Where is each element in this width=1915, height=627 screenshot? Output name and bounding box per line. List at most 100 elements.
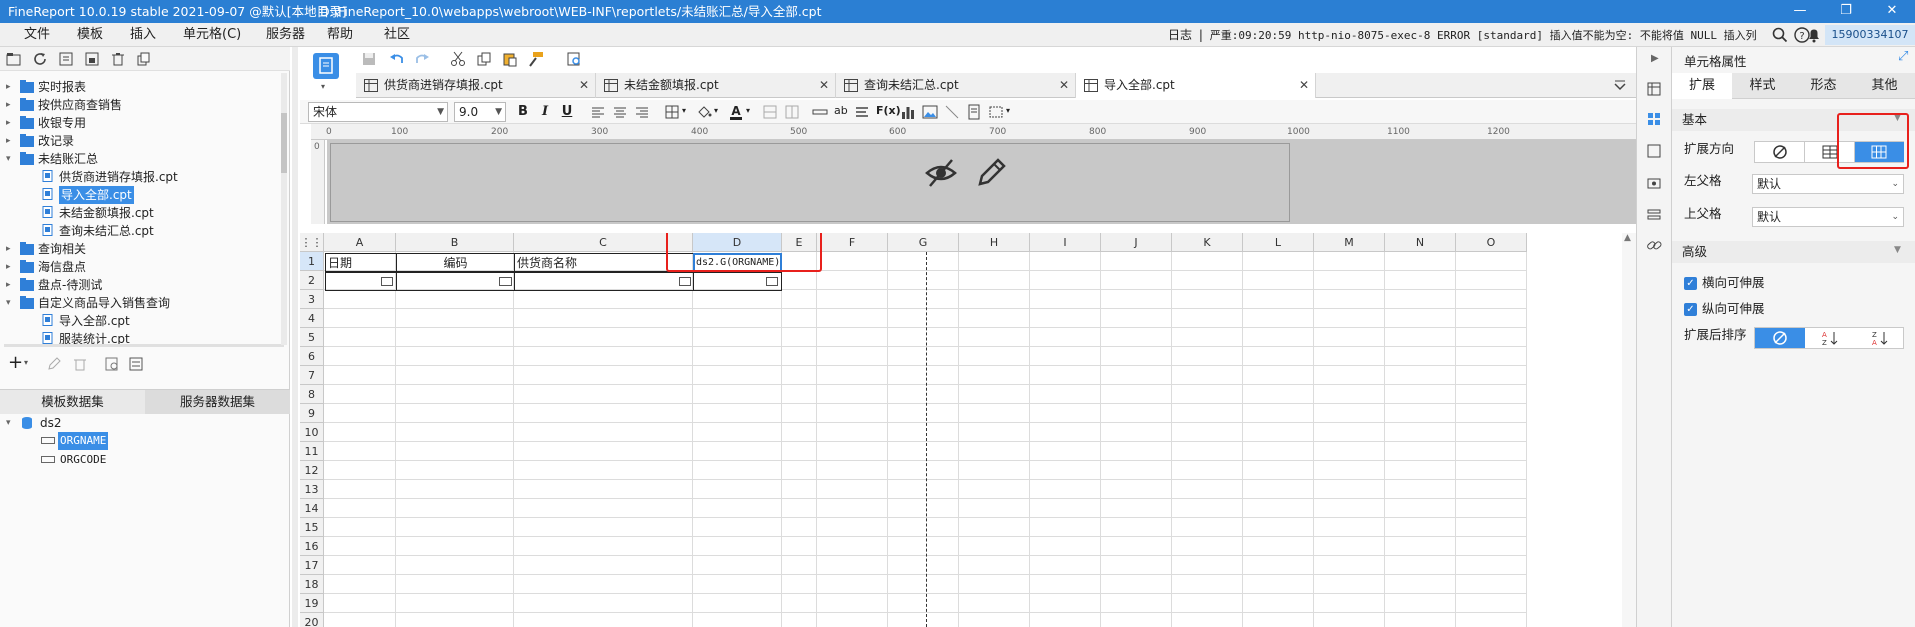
cell-C2[interactable] [514, 272, 694, 291]
collapsed-arrow-icon[interactable]: ▸ [6, 114, 16, 132]
edit-pencil-icon[interactable] [974, 156, 1008, 190]
field-orgname[interactable]: ORGNAME [58, 432, 109, 450]
bold-button[interactable]: B [516, 104, 530, 120]
hyperlink-list-icon[interactable] [1646, 207, 1662, 223]
grid-corner[interactable]: ⋮⋮ [300, 233, 324, 252]
tree-folder[interactable]: ▸ 实时报表 [0, 78, 280, 96]
column-header[interactable]: L [1243, 233, 1314, 252]
horizontal-expand-checkbox[interactable]: ✓ [1684, 277, 1697, 290]
column-header[interactable]: G [888, 233, 959, 252]
tree-folder[interactable]: ▸ 查询相关 [0, 240, 280, 258]
undo-icon[interactable] [389, 51, 405, 67]
add-dropdown-icon[interactable]: ▾ [24, 358, 28, 367]
refresh-icon[interactable] [32, 51, 48, 67]
row-header[interactable]: 13 [300, 480, 324, 499]
tree-vscroll[interactable] [281, 73, 287, 345]
tree-folder[interactable]: ▸ 收银专用 [0, 114, 280, 132]
widget-settings-icon[interactable] [1646, 143, 1662, 159]
spreadsheet-grid[interactable]: ⋮⋮ ABCDEFGHIJKLMNO 1 2 3 4 5 6 7 8 9 10 11 12 13 14 15… [300, 233, 1636, 627]
row-header[interactable]: 3 [300, 290, 324, 309]
tree-folder[interactable]: ▾ 自定义商品导入销售查询 [0, 294, 280, 312]
tab-style[interactable]: 样式 [1732, 73, 1793, 99]
tree-file[interactable]: 导入全部.cpt [0, 312, 280, 330]
tab-import-all[interactable]: 导入全部.cpt ✕ [1076, 73, 1316, 98]
menu-cell[interactable]: 单元格(C) [183, 26, 241, 44]
collapsed-arrow-icon[interactable]: ▸ [6, 132, 16, 150]
row-header[interactable]: 18 [300, 575, 324, 594]
align-right-icon[interactable] [634, 104, 650, 120]
font-size-select[interactable]: 9.0 ▼ [454, 102, 506, 122]
tree-folder[interactable]: ▸ 海信盘点 [0, 258, 280, 276]
design-mode-button[interactable] [313, 53, 339, 79]
tree-folder[interactable]: ▸ 按供应商查销售 [0, 96, 280, 114]
format-painter-icon[interactable] [528, 51, 544, 67]
close-tab-icon[interactable]: ✕ [579, 73, 589, 98]
sort-descending-option[interactable]: ZA [1855, 328, 1904, 348]
font-family-select[interactable]: 宋体 ▼ [308, 102, 448, 122]
scroll-up-icon[interactable]: ▲ [1624, 233, 1631, 243]
align-left-icon[interactable] [590, 104, 606, 120]
column-header[interactable]: F [817, 233, 888, 252]
dataset-settings-icon[interactable] [128, 356, 144, 372]
row-header[interactable]: 9 [300, 404, 324, 423]
font-color-dropdown-icon[interactable]: ▾ [746, 106, 750, 115]
tree-file[interactable]: 未结金额填报.cpt [0, 204, 280, 222]
bell-icon[interactable] [1805, 26, 1823, 44]
merge-icon[interactable] [762, 104, 778, 120]
direction-none-option[interactable] [1755, 142, 1805, 162]
close-window-button[interactable]: ✕ [1869, 0, 1915, 23]
minimize-button[interactable]: — [1777, 0, 1823, 23]
cell-A1[interactable]: 日期 [325, 253, 397, 272]
tab-supplier-stock[interactable]: 供货商进销存填报.cpt ✕ [356, 73, 596, 98]
row-header[interactable]: 5 [300, 328, 324, 347]
row-header[interactable]: 16 [300, 537, 324, 556]
fill-dropdown-icon[interactable]: ▾ [714, 106, 718, 115]
insert-row-icon[interactable] [812, 104, 828, 120]
row-header[interactable]: 19 [300, 594, 324, 613]
close-tab-icon[interactable]: ✕ [819, 73, 829, 98]
field-item[interactable]: ORGCODE [0, 451, 280, 469]
menu-community[interactable]: 社区 [384, 26, 410, 44]
dataset-node[interactable]: ▾ ds2 [0, 414, 280, 432]
edit-icon[interactable] [46, 356, 62, 372]
section-advanced[interactable]: 高级 [1672, 241, 1915, 263]
subreport-icon[interactable] [966, 104, 982, 120]
row-header[interactable]: 20 [300, 613, 324, 627]
paste-icon[interactable] [502, 51, 518, 67]
left-parent-select[interactable]: 默认 ⌄ [1752, 174, 1904, 194]
row-header[interactable]: 10 [300, 423, 324, 442]
menu-file[interactable]: 文件 [24, 26, 50, 44]
new-folder-icon[interactable] [6, 51, 22, 67]
tree-folder[interactable]: ▾ 未结账汇总 [0, 150, 280, 168]
tree-file[interactable]: 导入全部.cpt [0, 186, 280, 204]
column-header[interactable]: A [324, 233, 396, 252]
pin-icon[interactable]: ⤢ [1898, 49, 1908, 64]
underline-button[interactable]: U [560, 104, 574, 120]
tree-folder[interactable]: ▸ 盘点-待测试 [0, 276, 280, 294]
column-header[interactable]: N [1385, 233, 1456, 252]
search-icon[interactable] [1771, 26, 1789, 44]
tree-scrollbar[interactable] [4, 344, 284, 347]
log-bar[interactable]: 日志 | 严重:09:20:59 http-nio-8075-exec-8 ER… [1168, 26, 1763, 45]
link-icon[interactable] [1646, 237, 1662, 253]
expanded-arrow-icon[interactable]: ▾ [6, 150, 16, 168]
cell-D2[interactable] [693, 272, 782, 291]
column-header[interactable]: K [1172, 233, 1243, 252]
remove-dataset-icon[interactable] [72, 356, 88, 372]
italic-button[interactable]: I [538, 104, 552, 120]
menu-server[interactable]: 服务器 [266, 26, 305, 44]
fill-color-icon[interactable] [696, 104, 712, 120]
copy-icon[interactable] [136, 51, 152, 67]
collapsed-arrow-icon[interactable]: ▸ [6, 276, 16, 294]
wrap-text-icon[interactable] [854, 104, 870, 120]
unmerge-icon[interactable] [784, 104, 800, 120]
user-account[interactable]: 15900334107 [1825, 25, 1915, 45]
border-icon[interactable] [664, 104, 680, 120]
widget-icon[interactable] [988, 104, 1004, 120]
restore-button[interactable]: ❐ [1823, 0, 1869, 23]
column-header[interactable]: H [959, 233, 1030, 252]
vertical-expand-checkbox[interactable]: ✓ [1684, 303, 1697, 316]
column-header[interactable]: B [396, 233, 514, 252]
save-icon[interactable] [361, 51, 377, 67]
cell-attribute-icon[interactable] [1646, 111, 1662, 127]
